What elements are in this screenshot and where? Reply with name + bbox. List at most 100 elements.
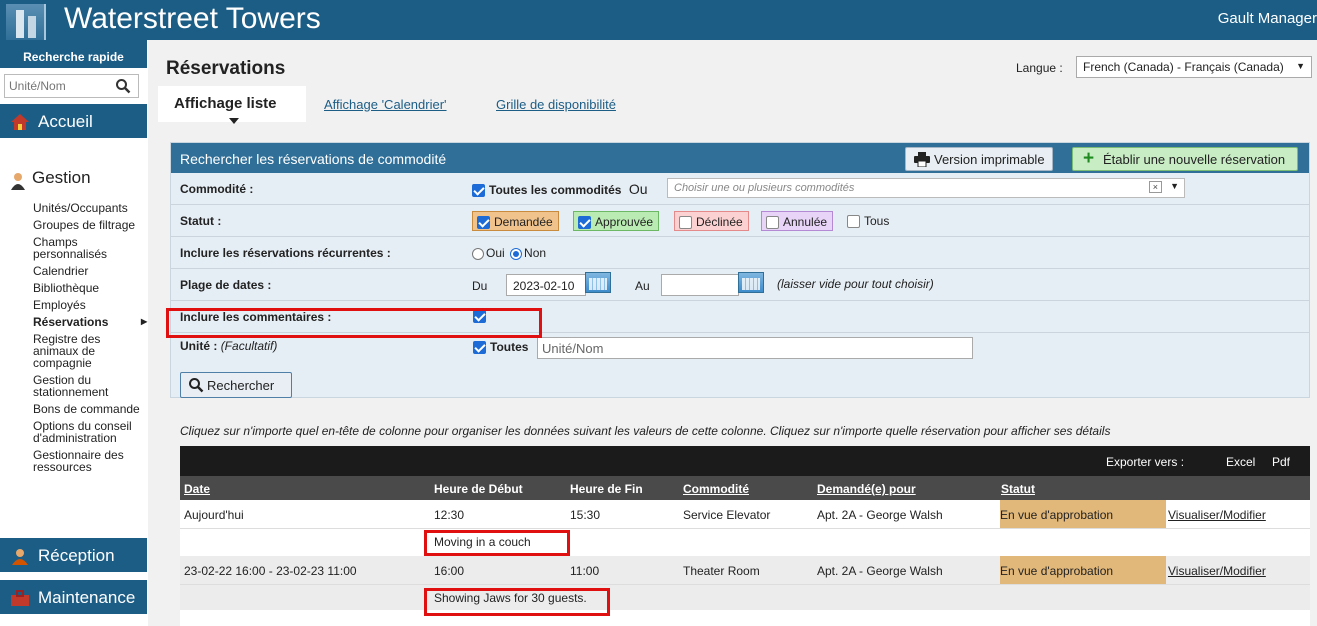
submenu-item-reservations[interactable]: Réservations (33, 316, 147, 328)
recurring-label: Inclure les réservations récurrentes : (180, 246, 391, 260)
status-requested-filter[interactable]: Demandée (472, 211, 559, 231)
print-version-button[interactable]: Version imprimable (905, 147, 1053, 171)
column-header-end[interactable]: Heure de Fin (570, 482, 643, 496)
status-all-filter[interactable]: Tous (847, 214, 890, 229)
row-requested-for: Apt. 2A - George Walsh (817, 564, 943, 578)
language-value: French (Canada) - Français (Canada) (1083, 60, 1284, 74)
printer-icon (914, 152, 930, 167)
results-table: Exporter vers : Excel Pdf Date Heure de … (180, 446, 1310, 626)
chevron-down-icon[interactable]: ▼ (1170, 181, 1179, 191)
export-excel-link[interactable]: Excel (1226, 455, 1255, 469)
column-header-start[interactable]: Heure de Début (434, 482, 523, 496)
new-reservation-button[interactable]: + Établir une nouvelle réservation (1072, 147, 1298, 171)
date-from-label: Du (472, 279, 488, 293)
search-panel-header: Rechercher les réservations de commodité… (171, 143, 1309, 173)
nav-accueil-label: Accueil (38, 112, 93, 131)
chevron-down-icon: ▼ (1296, 61, 1305, 71)
status-badge: En vue d'approbation (1000, 500, 1166, 528)
row-date: Aujourd'hui (184, 508, 244, 522)
include-comments-checkbox[interactable] (473, 310, 486, 323)
language-select[interactable]: French (Canada) - Français (Canada) ▼ (1076, 56, 1312, 78)
search-button-label: Rechercher (207, 378, 275, 393)
status-approved-filter[interactable]: Approuvée (573, 211, 660, 231)
nav-gestion[interactable]: Gestion (0, 168, 147, 196)
clear-icon[interactable]: × (1148, 181, 1162, 193)
tab-list-view[interactable]: Affichage liste (158, 86, 306, 124)
nav-reception[interactable]: Réception (0, 538, 147, 572)
print-version-label: Version imprimable (934, 152, 1045, 167)
column-header-status[interactable]: Statut (1001, 482, 1035, 496)
view-edit-link[interactable]: Visualiser/Modifier (1168, 564, 1266, 578)
results-instruction: Cliquez sur n'importe quel en-tête de co… (180, 424, 1111, 438)
submenu-item[interactable]: Options du conseil d'administration (33, 420, 145, 444)
submenu-item[interactable]: Unités/Occupants (33, 202, 145, 214)
status-all-label: Tous (864, 214, 890, 228)
comment-row: Moving in a couch (180, 528, 1310, 554)
calendar-icon[interactable] (738, 272, 764, 293)
status-requested-checkbox[interactable] (477, 216, 490, 230)
search-icon (189, 378, 204, 393)
column-header-date[interactable]: Date (184, 482, 210, 496)
building-logo-icon (6, 4, 46, 40)
nav-maintenance-label: Maintenance (38, 588, 136, 607)
submenu-item[interactable]: Champs personnalisés (33, 236, 145, 260)
status-row: Statut : Demandée Approuvée Déclinée Ann… (171, 205, 1309, 237)
amenity-placeholder: Choisir une ou plusieurs commodités (674, 182, 855, 194)
submenu-item[interactable]: Bons de commande (33, 403, 145, 415)
status-approved-checkbox[interactable] (578, 216, 591, 230)
amenity-multiselect[interactable]: Choisir une ou plusieurs commodités × ▼ (667, 178, 1185, 198)
submenu-item[interactable]: Bibliothèque (33, 282, 145, 294)
unit-all-checkbox[interactable] (473, 341, 486, 355)
submenu-item[interactable]: Gestion du stationnement (33, 374, 145, 398)
submenu-item[interactable]: Calendrier (33, 265, 145, 277)
nav-maintenance[interactable]: Maintenance (0, 580, 147, 614)
row-start: 16:00 (434, 564, 465, 578)
search-icon[interactable] (115, 78, 131, 94)
management-submenu: Unités/Occupants Groupes de filtrage Cha… (33, 202, 147, 478)
submenu-item[interactable]: Registre des animaux de compagnie (33, 333, 145, 369)
submenu-item[interactable]: Groupes de filtrage (33, 219, 145, 231)
recurring-no-radio[interactable] (510, 247, 523, 260)
all-amenities-checkbox[interactable] (472, 184, 485, 198)
recurring-yes-radio[interactable] (472, 247, 484, 260)
date-to-input[interactable] (661, 274, 739, 296)
submenu-item[interactable]: Employés (33, 299, 145, 311)
nav-accueil[interactable]: Accueil (0, 104, 147, 138)
calendar-icon[interactable] (585, 272, 611, 293)
export-pdf-link[interactable]: Pdf (1272, 455, 1290, 469)
plus-icon: + (1083, 148, 1095, 169)
status-badge: En vue d'approbation (1000, 556, 1166, 584)
date-from-input[interactable]: 2023-02-10 (506, 274, 586, 296)
search-button[interactable]: Rechercher (180, 372, 292, 398)
search-panel-title: Rechercher les réservations de commodité (180, 151, 447, 167)
comments-label: Inclure les commentaires : (180, 310, 332, 324)
comment-row: Showing Jaws for 30 guests. (180, 584, 1310, 610)
status-cancelled-filter[interactable]: Annulée (761, 211, 834, 231)
row-date: 23-02-22 16:00 - 23-02-23 11:00 (184, 564, 357, 578)
date-range-hint: (laisser vide pour tout choisir) (777, 277, 934, 291)
main-content: Réservations Langue : French (Canada) - … (148, 40, 1317, 626)
submenu-item[interactable]: Gestionnaire des ressources (33, 449, 145, 473)
status-cancelled-checkbox[interactable] (766, 216, 779, 230)
status-all-checkbox[interactable] (847, 215, 860, 229)
person-icon (11, 173, 25, 190)
search-panel: Rechercher les réservations de commodité… (170, 142, 1310, 398)
all-amenities-option[interactable]: Toutes les commodités Ou (472, 181, 648, 198)
reception-icon (12, 549, 28, 565)
unit-search-input[interactable]: Unité/Nom (537, 337, 973, 359)
column-header-amenity[interactable]: Commodité (683, 482, 749, 496)
recurring-yes-label: Oui (486, 246, 505, 260)
table-header: Date Heure de Début Heure de Fin Commodi… (180, 476, 1310, 500)
tab-calendar-view[interactable]: Affichage 'Calendrier' (308, 86, 463, 122)
status-declined-checkbox[interactable] (679, 216, 692, 230)
unit-all-option[interactable]: Toutes (473, 340, 528, 355)
view-edit-link[interactable]: Visualiser/Modifier (1168, 508, 1266, 522)
tab-availability-grid[interactable]: Grille de disponibilité (480, 86, 632, 122)
quick-search-title: Recherche rapide (0, 40, 147, 68)
column-header-requested-for[interactable]: Demandé(e) pour (817, 482, 916, 496)
table-row[interactable]: Aujourd'hui 12:30 15:30 Service Elevator… (180, 500, 1310, 528)
user-menu[interactable]: Gault Manager (1218, 10, 1317, 27)
status-cancelled-label: Annulée (783, 215, 828, 229)
table-row[interactable]: 23-02-22 16:00 - 23-02-23 11:00 16:00 11… (180, 556, 1310, 584)
status-declined-filter[interactable]: Déclinée (674, 211, 749, 231)
